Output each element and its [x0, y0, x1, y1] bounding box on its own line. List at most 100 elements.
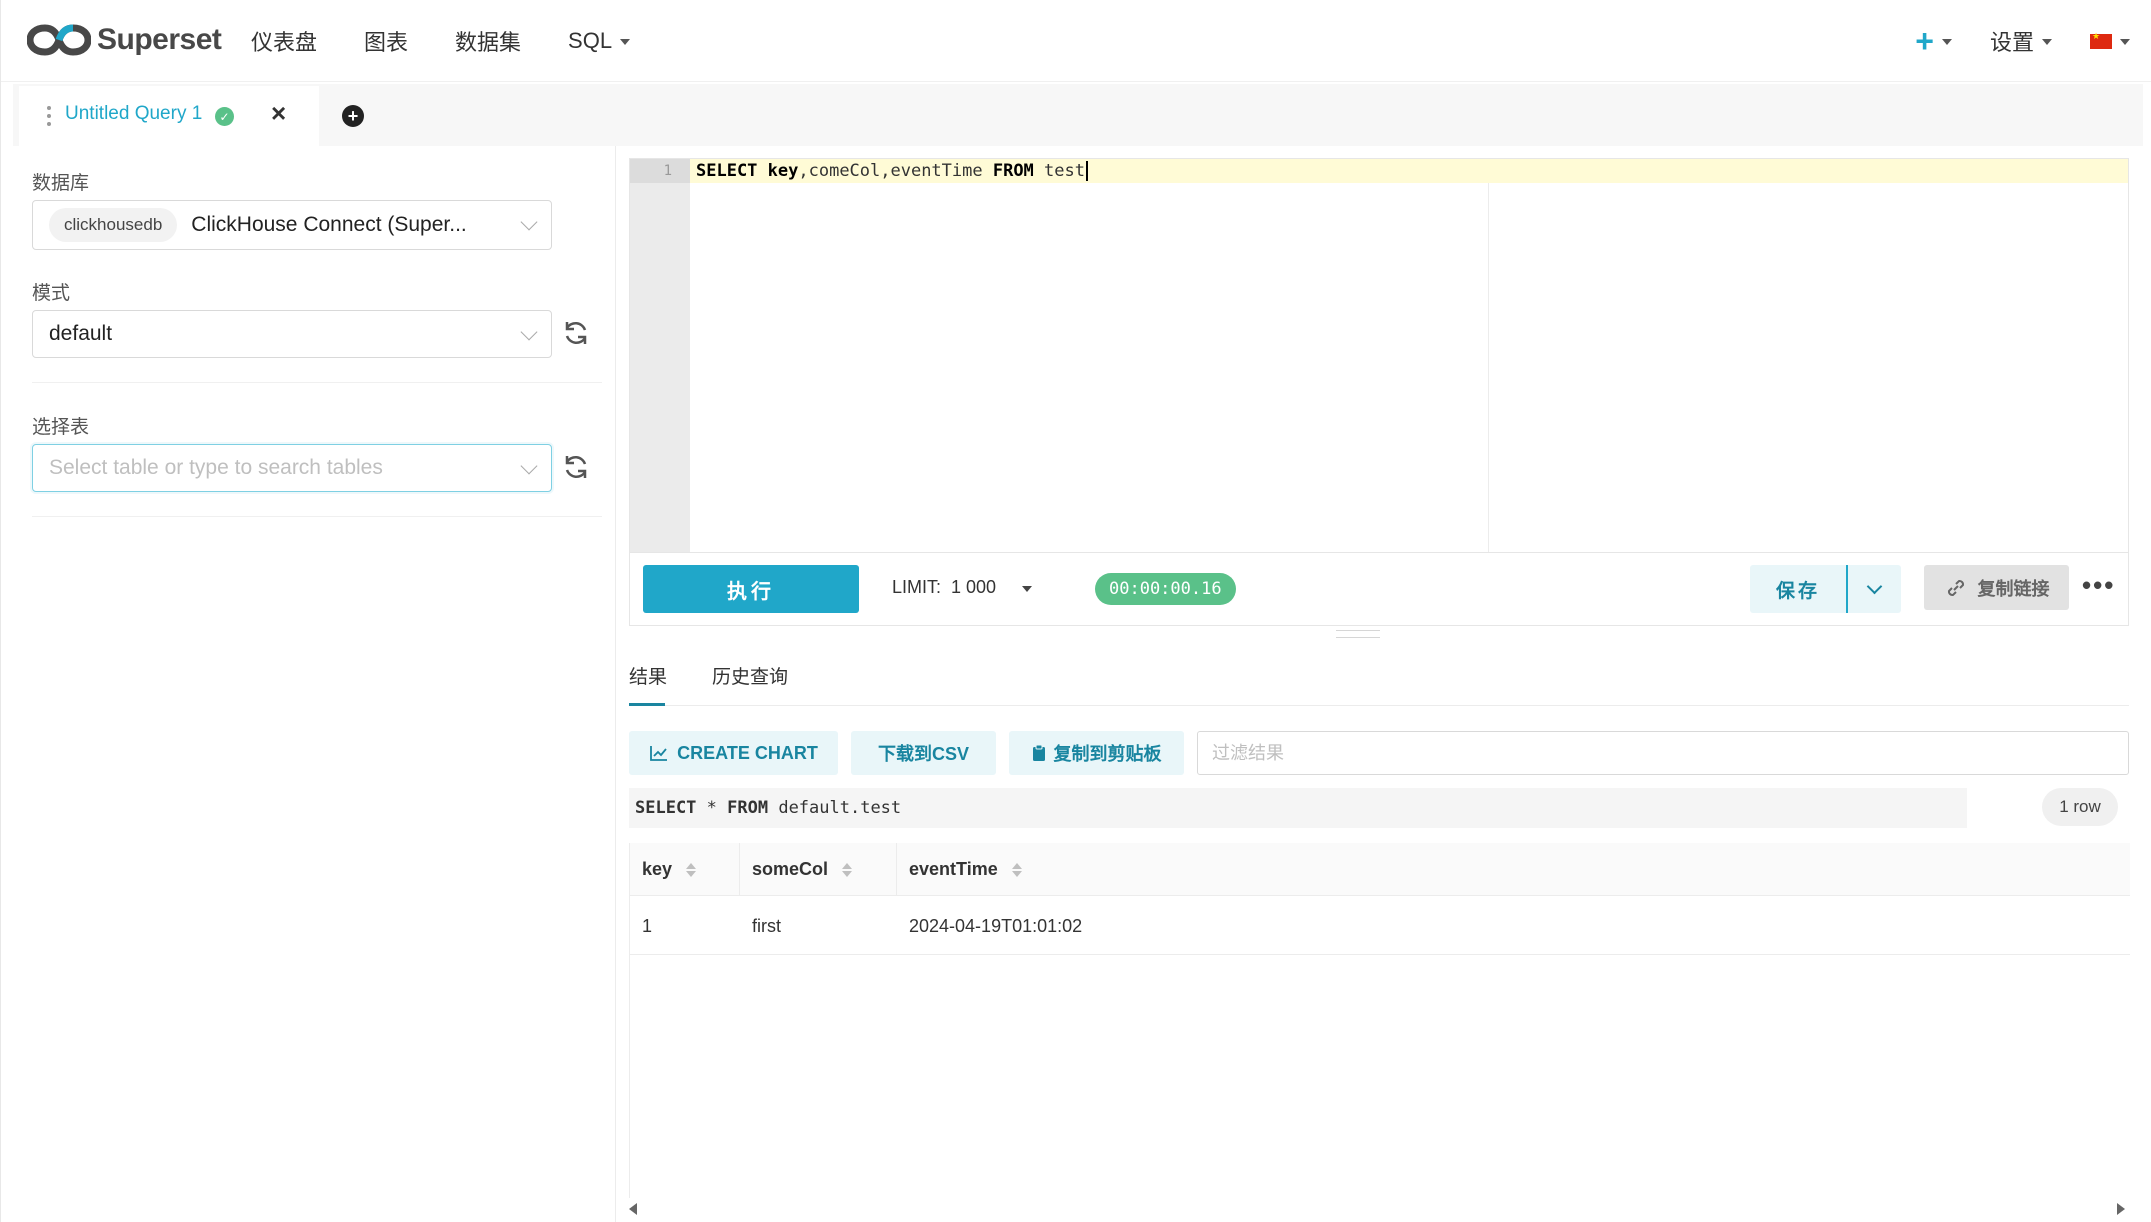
- limit-label: LIMIT:: [892, 577, 942, 597]
- divider: [32, 382, 602, 383]
- sort-icon[interactable]: [842, 862, 853, 877]
- code-line-1[interactable]: SELECT key,comeCol,eventTime FROM test: [690, 159, 2128, 183]
- brand-logo[interactable]: Superset: [27, 18, 222, 62]
- copy-link-label: 复制链接: [1977, 578, 2050, 599]
- settings-label: 设置: [1989, 30, 2034, 55]
- refresh-tables-icon[interactable]: [561, 452, 591, 482]
- text-cursor: [1085, 161, 1088, 181]
- line-chart-icon: [650, 746, 668, 761]
- menu-charts-label: 图表: [364, 30, 409, 55]
- copy-clipboard-button[interactable]: 复制到剪贴板: [1009, 731, 1184, 775]
- download-csv-button[interactable]: 下载到CSV: [851, 731, 996, 775]
- sort-icon[interactable]: [1011, 862, 1022, 877]
- language-picker[interactable]: [2090, 31, 2130, 49]
- print-margin: [1488, 183, 1489, 552]
- table-header: key someCol eventTime: [630, 843, 2130, 896]
- query-tab-label: Untitled Query 1: [65, 103, 203, 124]
- settings-menu[interactable]: 设置: [1990, 25, 2052, 57]
- caret-down-icon: [1022, 585, 1033, 592]
- query-success-icon: ✓: [215, 107, 234, 126]
- schema-value: default: [49, 322, 113, 345]
- menu-dashboards[interactable]: 仪表盘: [251, 25, 317, 57]
- refresh-schema-icon[interactable]: [561, 318, 591, 348]
- editor-toolbar: 执行 LIMIT: 1 000 00:00:00.16 保存 复制链接 •••: [629, 553, 2129, 626]
- column-header-somecol[interactable]: someCol: [740, 843, 897, 896]
- executed-sql: SELECT * FROM default.test: [629, 788, 1967, 828]
- run-query-button[interactable]: 执行: [643, 565, 859, 613]
- add-tab-button[interactable]: +: [323, 86, 383, 146]
- brand-name: Superset: [97, 23, 222, 56]
- sql-keyword: SELECT: [635, 798, 697, 818]
- save-options-button[interactable]: [1846, 565, 1901, 613]
- chevron-down-icon: [520, 457, 538, 475]
- menu-charts[interactable]: 图表: [364, 25, 408, 57]
- schema-select[interactable]: default: [32, 310, 552, 358]
- plus-icon: +: [1915, 23, 1934, 59]
- more-options-icon[interactable]: •••: [2082, 572, 2115, 598]
- table-row: 1 first 2024-04-19T01:01:02: [630, 897, 2130, 955]
- caret-down-icon: [1941, 39, 1952, 45]
- caret-down-icon: [620, 39, 631, 45]
- chevron-down-icon: [520, 213, 538, 231]
- caret-down-icon: [2042, 39, 2052, 45]
- column-header-label: key: [642, 859, 673, 879]
- nav-right: + 设置: [1915, 24, 2130, 58]
- code-text: ,comeCol,eventTime: [798, 161, 993, 181]
- column-header-label: someCol: [752, 859, 829, 879]
- tab-results[interactable]: 结果: [629, 662, 667, 689]
- main-menu: 仪表盘 图表 数据集 SQL: [251, 24, 677, 58]
- china-flag-icon: [2090, 31, 2112, 49]
- top-navbar: Superset 仪表盘 图表 数据集 SQL + 设置: [1, 0, 2151, 82]
- tab-query-history[interactable]: 历史查询: [712, 662, 788, 689]
- editor-gutter: 1: [630, 159, 690, 552]
- table-cell: first: [752, 915, 781, 936]
- active-tab-indicator: [629, 703, 665, 706]
- menu-sql[interactable]: SQL: [568, 28, 631, 54]
- table-cell: 1: [642, 915, 653, 936]
- schema-label: 模式: [32, 283, 71, 304]
- plus-circle-icon: +: [342, 105, 364, 127]
- create-chart-button[interactable]: CREATE CHART: [629, 731, 838, 775]
- column-header-key[interactable]: key: [630, 843, 740, 896]
- line-number: 1: [630, 159, 690, 183]
- limit-dropdown[interactable]: LIMIT: 1 000: [892, 577, 1033, 598]
- chevron-down-icon: [520, 323, 538, 341]
- tab-menu-grip-icon[interactable]: [47, 106, 51, 126]
- menu-dashboards-label: 仪表盘: [251, 30, 318, 55]
- database-type-tag: clickhousedb: [49, 208, 178, 242]
- copy-link-button[interactable]: 复制链接: [1924, 565, 2069, 610]
- table-select[interactable]: Select table or type to search tables: [32, 444, 552, 492]
- query-tab-untitled-1[interactable]: Untitled Query 1 ✓ ×: [19, 86, 319, 146]
- sql-editor[interactable]: 1 SELECT key,comeCol,eventTime FROM test: [629, 158, 2129, 553]
- column-header-eventtime[interactable]: eventTime: [897, 843, 2130, 896]
- menu-datasets-label: 数据集: [455, 30, 522, 55]
- caret-down-icon: [2120, 39, 2130, 45]
- table-cell: 2024-04-19T01:01:02: [909, 915, 1083, 936]
- sql-keyword: FROM: [727, 798, 769, 818]
- code-keyword: FROM: [992, 161, 1034, 181]
- link-icon: [1947, 579, 1964, 596]
- sql-text: default.test: [768, 798, 902, 818]
- database-select[interactable]: clickhousedb ClickHouse Connect (Super..…: [32, 200, 552, 250]
- database-label: 数据库: [32, 173, 90, 194]
- column-header-label: eventTime: [909, 859, 998, 879]
- filter-results-input[interactable]: [1198, 732, 2128, 774]
- code-identifier: key: [757, 161, 799, 181]
- superset-logo-icon: [27, 24, 91, 56]
- query-timer: 00:00:00.16: [1095, 573, 1236, 605]
- code-keyword: SELECT: [696, 161, 758, 181]
- sort-icon[interactable]: [686, 862, 697, 877]
- row-count-badge: 1 row: [2042, 788, 2118, 826]
- close-tab-icon[interactable]: ×: [271, 100, 286, 126]
- scroll-right-icon[interactable]: [2117, 1203, 2125, 1215]
- save-button[interactable]: 保存: [1750, 565, 1846, 613]
- horizontal-scrollbar[interactable]: [629, 1198, 2129, 1218]
- table-select-placeholder: Select table or type to search tables: [49, 456, 383, 479]
- results-tabs: 结果 历史查询: [629, 652, 2129, 706]
- new-item-button[interactable]: +: [1915, 25, 1952, 57]
- pane-resize-handle[interactable]: [1336, 630, 1380, 638]
- left-panel: 数据库 clickhousedb ClickHouse Connect (Sup…: [13, 146, 616, 1222]
- menu-datasets[interactable]: 数据集: [455, 25, 521, 57]
- scroll-left-icon[interactable]: [629, 1203, 637, 1215]
- divider: [32, 516, 602, 517]
